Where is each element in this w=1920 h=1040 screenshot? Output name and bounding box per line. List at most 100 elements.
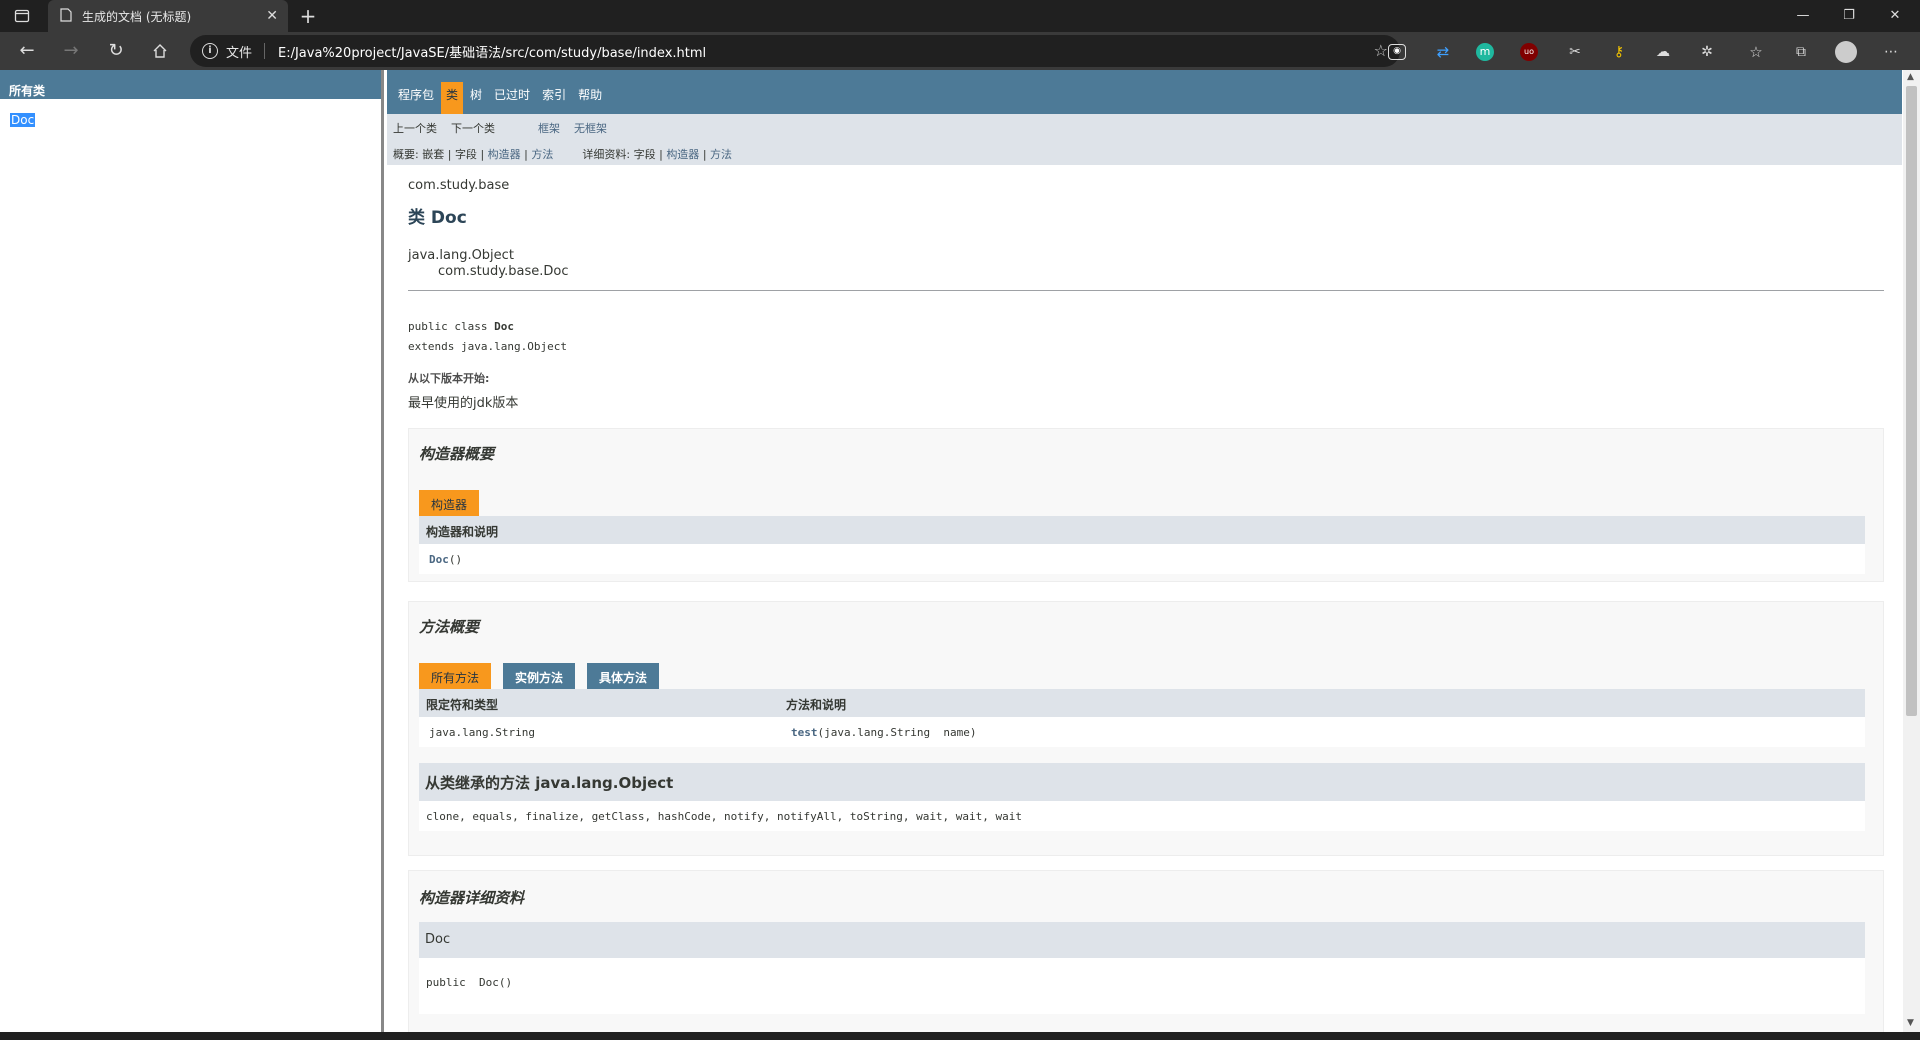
method-summary-table: 限定符和类型 方法和说明 java.lang.String test(java.… — [419, 689, 1865, 747]
nav-index[interactable]: 索引 — [537, 82, 571, 114]
tab-title: 生成的文档 (无标题) — [82, 9, 192, 24]
class-link-doc[interactable]: Doc — [10, 113, 36, 127]
separator: | — [447, 148, 452, 161]
since-value: 最早使用的jdk版本 — [408, 396, 519, 411]
constructor-link-doc[interactable]: Doc — [429, 553, 449, 566]
method-summary-heading: 方法概要 — [419, 618, 480, 636]
detail-method-link[interactable]: 方法 — [710, 148, 732, 161]
page-title: 类 Doc — [408, 208, 467, 228]
url-text[interactable]: E:/Java%20project/JavaSE/基础语法/src/com/st… — [278, 42, 706, 61]
tab-strip: 生成的文档 (无标题) ✕ + — ❐ ✕ — [0, 0, 1920, 32]
nav-package[interactable]: 程序包 — [393, 82, 439, 114]
constructor-detail-table: Doc public Doc() — [419, 922, 1865, 1014]
profile-avatar[interactable] — [1835, 41, 1857, 63]
extension-m-icon[interactable]: m — [1476, 43, 1494, 61]
scrollbar-thumb[interactable] — [1906, 86, 1917, 716]
close-window-button[interactable]: ✕ — [1872, 0, 1918, 32]
detail-constructor-link[interactable]: 构造器 — [666, 148, 699, 161]
constructor-detail-block: 构造器详细资料 Doc public Doc() — [408, 870, 1884, 1032]
constructor-summary-block: 构造器概要 构造器 构造器和说明 Doc() — [408, 428, 1884, 582]
nav-class: 类 — [441, 82, 464, 114]
nav-deprecated[interactable]: 已过时 — [489, 82, 535, 114]
prev-class-label: 上一个类 — [393, 122, 437, 135]
extension-cloud-icon[interactable]: ☁ — [1652, 41, 1674, 63]
divider — [408, 290, 1884, 291]
column-header-modifier: 限定符和类型 — [426, 698, 499, 712]
collections-icon[interactable]: ⧉ — [1790, 41, 1812, 63]
summary-method-link[interactable]: 方法 — [531, 148, 553, 161]
inherited-methods-list[interactable]: clone, equals, finalize, getClass, hashC… — [419, 801, 1865, 831]
active-tab[interactable]: 生成的文档 (无标题) ✕ — [48, 0, 288, 32]
scissors-icon[interactable]: ✂ — [1564, 41, 1586, 63]
window-bottom-edge — [0, 1032, 1920, 1040]
page-viewport: 所有类 Doc 程序包 类 树 已过时 索引 帮助 上一个类 下一个类 框架 无… — [0, 70, 1920, 1032]
constructor-summary-heading: 构造器概要 — [419, 445, 495, 463]
ublock-icon[interactable]: uo — [1520, 43, 1538, 61]
sub-nav: 上一个类 下一个类 框架 无框架 概要: 嵌套 | 字段 | 构造器 | 方法 — [387, 114, 1902, 165]
scroll-up-icon[interactable]: ▲ — [1907, 72, 1914, 82]
constructor-summary-table: 构造器和说明 Doc() — [419, 516, 1865, 574]
method-cell: test(java.lang.String name) — [791, 726, 976, 739]
signature-prefix: public class — [408, 320, 495, 333]
vertical-scrollbar[interactable]: ▲ ▼ — [1903, 70, 1920, 1032]
browser-window: 生成的文档 (无标题) ✕ + — ❐ ✕ ← → ↻ i 文件 E:/Java… — [0, 0, 1920, 1040]
new-tab-button[interactable]: + — [296, 4, 320, 28]
tab-constructors[interactable]: 构造器 — [419, 490, 480, 516]
minimize-button[interactable]: — — [1780, 0, 1826, 32]
summary-nested: 嵌套 — [422, 148, 445, 161]
address-scheme-label: 文件 — [226, 46, 253, 61]
favorites-icon[interactable]: ☆ — [1745, 41, 1767, 63]
home-button[interactable] — [147, 39, 173, 63]
method-summary-block: 方法概要 所有方法 实例方法 具体方法 限定符和类型 方法和说明 java.la… — [408, 601, 1884, 856]
tab-close-icon[interactable]: ✕ — [266, 8, 278, 24]
nav-tree[interactable]: 树 — [465, 82, 487, 114]
extension-key-icon[interactable]: ⚷ — [1608, 41, 1630, 63]
inheritance-child: com.study.base.Doc — [438, 264, 569, 279]
constructor-params: () — [448, 553, 463, 566]
scroll-down-icon[interactable]: ▼ — [1907, 1018, 1914, 1028]
constructor-detail-name: Doc — [419, 922, 1865, 958]
more-menu-icon[interactable]: ⋯ — [1880, 41, 1902, 63]
column-header-method: 方法和说明 — [786, 698, 847, 712]
class-doc-frame: 程序包 类 树 已过时 索引 帮助 上一个类 下一个类 框架 无框架 概要: 嵌… — [387, 70, 1902, 1032]
add-favorite-icon[interactable]: ☆ — [1374, 41, 1388, 60]
browser-toolbar: ← → ↻ i 文件 E:/Java%20project/JavaSE/基础语法… — [0, 32, 1920, 70]
method-params: (java.lang.String name) — [817, 726, 977, 739]
tab-concrete-methods[interactable]: 具体方法 — [587, 663, 660, 689]
table-row: Doc() — [419, 544, 1865, 574]
since-label: 从以下版本开始: — [408, 372, 490, 385]
separator: | — [659, 148, 663, 161]
top-nav: 程序包 类 树 已过时 索引 帮助 — [387, 70, 1902, 114]
no-frames-link[interactable]: 无框架 — [574, 122, 607, 135]
frames-link[interactable]: 框架 — [538, 122, 560, 135]
separator: | — [480, 148, 485, 161]
detail-label: 详细资料: — [582, 148, 631, 161]
summary-label: 概要: — [393, 148, 419, 161]
next-class-label: 下一个类 — [451, 122, 495, 135]
restore-button[interactable]: ❐ — [1826, 0, 1872, 32]
page-icon — [60, 7, 72, 26]
constructor-detail-signature: public Doc() — [419, 958, 1865, 1014]
back-button[interactable]: ← — [14, 39, 40, 63]
tab-actions-icon[interactable] — [10, 6, 38, 26]
extension-arrows-icon[interactable]: ⇄ — [1432, 41, 1454, 63]
method-return-type: java.lang.String — [429, 726, 535, 739]
all-classes-header: 所有类 — [0, 70, 381, 99]
table-row: java.lang.String test(java.lang.String n… — [419, 717, 1865, 747]
signature-class-name: Doc — [494, 320, 514, 333]
address-divider — [264, 43, 265, 59]
column-header: 构造器和说明 — [419, 516, 1865, 544]
address-bar[interactable]: i 文件 E:/Java%20project/JavaSE/基础语法/src/c… — [190, 35, 1400, 67]
tab-all-methods[interactable]: 所有方法 — [419, 663, 492, 689]
method-link-test[interactable]: test — [791, 726, 818, 739]
package-name: com.study.base — [408, 178, 510, 193]
extensions-puzzle-icon[interactable]: ✲ — [1696, 41, 1718, 63]
nav-help[interactable]: 帮助 — [573, 82, 607, 114]
info-icon[interactable]: i — [202, 43, 218, 59]
forward-button[interactable]: → — [58, 39, 84, 63]
reload-button[interactable]: ↻ — [103, 39, 129, 63]
class-signature: public class Doc — [408, 320, 514, 333]
reader-icon[interactable]: ◉ — [1388, 44, 1406, 60]
summary-constructor-link[interactable]: 构造器 — [488, 148, 521, 161]
tab-instance-methods[interactable]: 实例方法 — [503, 663, 576, 689]
